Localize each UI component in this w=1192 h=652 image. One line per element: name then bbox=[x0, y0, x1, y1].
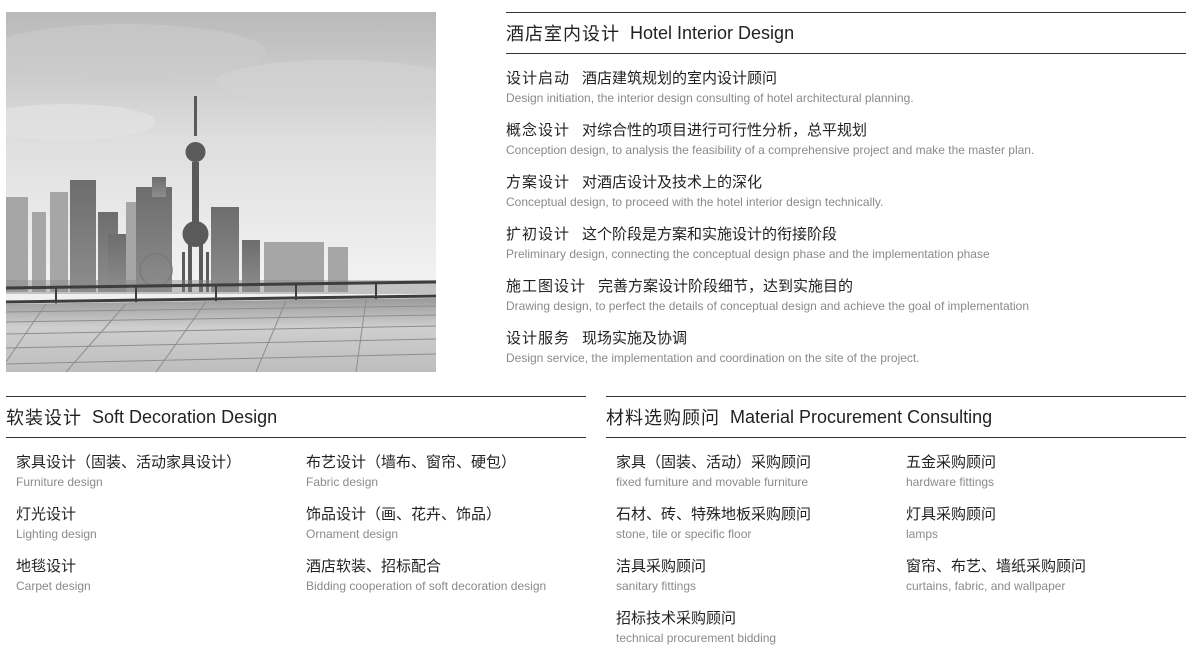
material-item-curtains: 窗帘、布艺、墙纸采购顾问 curtains, fabric, and wallp… bbox=[906, 556, 1186, 600]
material-item-en: technical procurement bidding bbox=[616, 631, 777, 645]
soft-item-fabric: 布艺设计（墙布、窗帘、硬包） Fabric design bbox=[306, 452, 596, 496]
hotel-item-title: 施工图设计 bbox=[506, 277, 587, 295]
hotel-service-list: 设计启动 酒店建筑规划的室内设计顾问 Design initiation, the… bbox=[506, 68, 1186, 380]
hotel-item-en: Preliminary design, connecting the conce… bbox=[506, 247, 990, 261]
hotel-item-design-service: 设计服务 现场实施及协调 Design service, the implemen… bbox=[506, 328, 1186, 380]
hotel-item-title: 设计服务 bbox=[506, 329, 571, 347]
soft-item-furniture: 家具设计（固装、活动家具设计） Furniture design bbox=[16, 452, 306, 496]
soft-item-zh: 饰品设计（画、花卉、饰品） bbox=[306, 505, 502, 523]
hotel-item-desc: 对酒店设计及技术上的深化 bbox=[582, 173, 763, 191]
soft-item-zh: 灯光设计 bbox=[16, 505, 77, 523]
hotel-item-en: Drawing design, to perfect the details o… bbox=[506, 299, 1029, 313]
material-item-zh: 招标技术采购顾问 bbox=[616, 609, 737, 627]
hotel-item-title: 设计启动 bbox=[506, 69, 571, 87]
soft-item-ornament: 饰品设计（画、花卉、饰品） Ornament design bbox=[306, 504, 596, 548]
hotel-heading-zh: 酒店室内设计 bbox=[506, 24, 620, 45]
hotel-item-en: Design initiation, the interior design c… bbox=[506, 91, 914, 105]
soft-item-carpet: 地毯设计 Carpet design bbox=[16, 556, 306, 600]
soft-item-en: Carpet design bbox=[16, 579, 91, 593]
hotel-item-en: Design service, the implementation and c… bbox=[506, 351, 920, 365]
soft-decoration-heading: 软装设计 Soft Decoration Design bbox=[6, 396, 586, 438]
material-item-zh: 灯具采购顾问 bbox=[906, 505, 997, 523]
material-item-lamps: 灯具采购顾问 lamps bbox=[906, 504, 1186, 548]
soft-item-zh: 酒店软装、招标配合 bbox=[306, 557, 442, 575]
soft-item-zh: 地毯设计 bbox=[16, 557, 77, 575]
soft-heading-en: Soft Decoration Design bbox=[92, 406, 278, 427]
hotel-section-heading: 酒店室内设计 Hotel Interior Design bbox=[506, 12, 1186, 54]
material-heading-zh: 材料选购顾问 bbox=[606, 408, 720, 429]
skyline-photo bbox=[6, 12, 436, 372]
material-procurement-list: 家具（固装、活动）采购顾问 fixed furniture and movabl… bbox=[616, 452, 1186, 652]
hotel-item-drawing-design: 施工图设计 完善方案设计阶段细节，达到实施目的 Drawing design, t… bbox=[506, 276, 1186, 328]
hotel-item-conceptual-design: 方案设计 对酒店设计及技术上的深化 Conceptual design, to p… bbox=[506, 172, 1186, 224]
soft-item-bidding: 酒店软装、招标配合 Bidding cooperation of soft de… bbox=[306, 556, 596, 600]
material-item-stone-tile: 石材、砖、特殊地板采购顾问 stone, tile or specific fl… bbox=[616, 504, 906, 548]
material-item-en: stone, tile or specific floor bbox=[616, 527, 752, 541]
material-item-en: lamps bbox=[906, 527, 939, 541]
hotel-item-en: Conceptual design, to proceed with the h… bbox=[506, 195, 884, 209]
soft-decoration-list: 家具设计（固装、活动家具设计） Furniture design 布艺设计（墙布… bbox=[16, 452, 596, 600]
material-item-zh: 家具（固装、活动）采购顾问 bbox=[616, 453, 812, 471]
material-item-furniture: 家具（固装、活动）采购顾问 fixed furniture and movabl… bbox=[616, 452, 906, 496]
material-procurement-heading: 材料选购顾问 Material Procurement Consulting bbox=[606, 396, 1186, 438]
material-item-sanitary: 洁具采购顾问 sanitary fittings bbox=[616, 556, 906, 600]
material-heading-en: Material Procurement Consulting bbox=[730, 406, 993, 427]
soft-item-lighting: 灯光设计 Lighting design bbox=[16, 504, 306, 548]
material-item-zh: 洁具采购顾问 bbox=[616, 557, 707, 575]
soft-item-en: Fabric design bbox=[306, 475, 379, 489]
material-item-technical-bidding: 招标技术采购顾问 technical procurement bidding bbox=[616, 608, 906, 652]
soft-item-zh: 家具设计（固装、活动家具设计） bbox=[16, 453, 242, 471]
soft-item-zh: 布艺设计（墙布、窗帘、硬包） bbox=[306, 453, 517, 471]
hotel-item-desc: 这个阶段是方案和实施设计的衔接阶段 bbox=[582, 225, 838, 243]
hotel-item-desc: 酒店建筑规划的室内设计顾问 bbox=[582, 69, 778, 87]
hotel-item-desc: 现场实施及协调 bbox=[582, 329, 688, 347]
hotel-heading-en: Hotel Interior Design bbox=[630, 22, 795, 43]
soft-heading-zh: 软装设计 bbox=[6, 408, 82, 429]
hotel-item-desc: 完善方案设计阶段细节，达到实施目的 bbox=[598, 277, 854, 295]
soft-item-en: Bidding cooperation of soft decoration d… bbox=[306, 579, 547, 593]
hotel-item-preliminary-design: 扩初设计 这个阶段是方案和实施设计的衔接阶段 Preliminary design… bbox=[506, 224, 1186, 276]
material-item-zh: 五金采购顾问 bbox=[906, 453, 997, 471]
material-item-en: fixed furniture and movable furniture bbox=[616, 475, 809, 489]
material-item-en: curtains, fabric, and wallpaper bbox=[906, 579, 1066, 593]
hotel-item-conception-design: 概念设计 对综合性的项目进行可行性分析，总平规划 Conception desig… bbox=[506, 120, 1186, 172]
material-item-en: sanitary fittings bbox=[616, 579, 697, 593]
hotel-item-title: 方案设计 bbox=[506, 173, 571, 191]
hotel-item-desc: 对综合性的项目进行可行性分析，总平规划 bbox=[582, 121, 868, 139]
soft-item-en: Ornament design bbox=[306, 527, 399, 541]
skyline-illustration bbox=[6, 12, 436, 372]
hotel-item-title: 扩初设计 bbox=[506, 225, 571, 243]
hotel-item-title: 概念设计 bbox=[506, 121, 571, 139]
material-item-en: hardware fittings bbox=[906, 475, 995, 489]
material-item-hardware: 五金采购顾问 hardware fittings bbox=[906, 452, 1186, 496]
hotel-item-en: Conception design, to analysis the feasi… bbox=[506, 143, 1035, 157]
material-item-zh: 窗帘、布艺、墙纸采购顾问 bbox=[906, 557, 1087, 575]
soft-item-en: Lighting design bbox=[16, 527, 97, 541]
hotel-item-design-initiation: 设计启动 酒店建筑规划的室内设计顾问 Design initiation, the… bbox=[506, 68, 1186, 120]
soft-item-en: Furniture design bbox=[16, 475, 103, 489]
material-item-zh: 石材、砖、特殊地板采购顾问 bbox=[616, 505, 812, 523]
